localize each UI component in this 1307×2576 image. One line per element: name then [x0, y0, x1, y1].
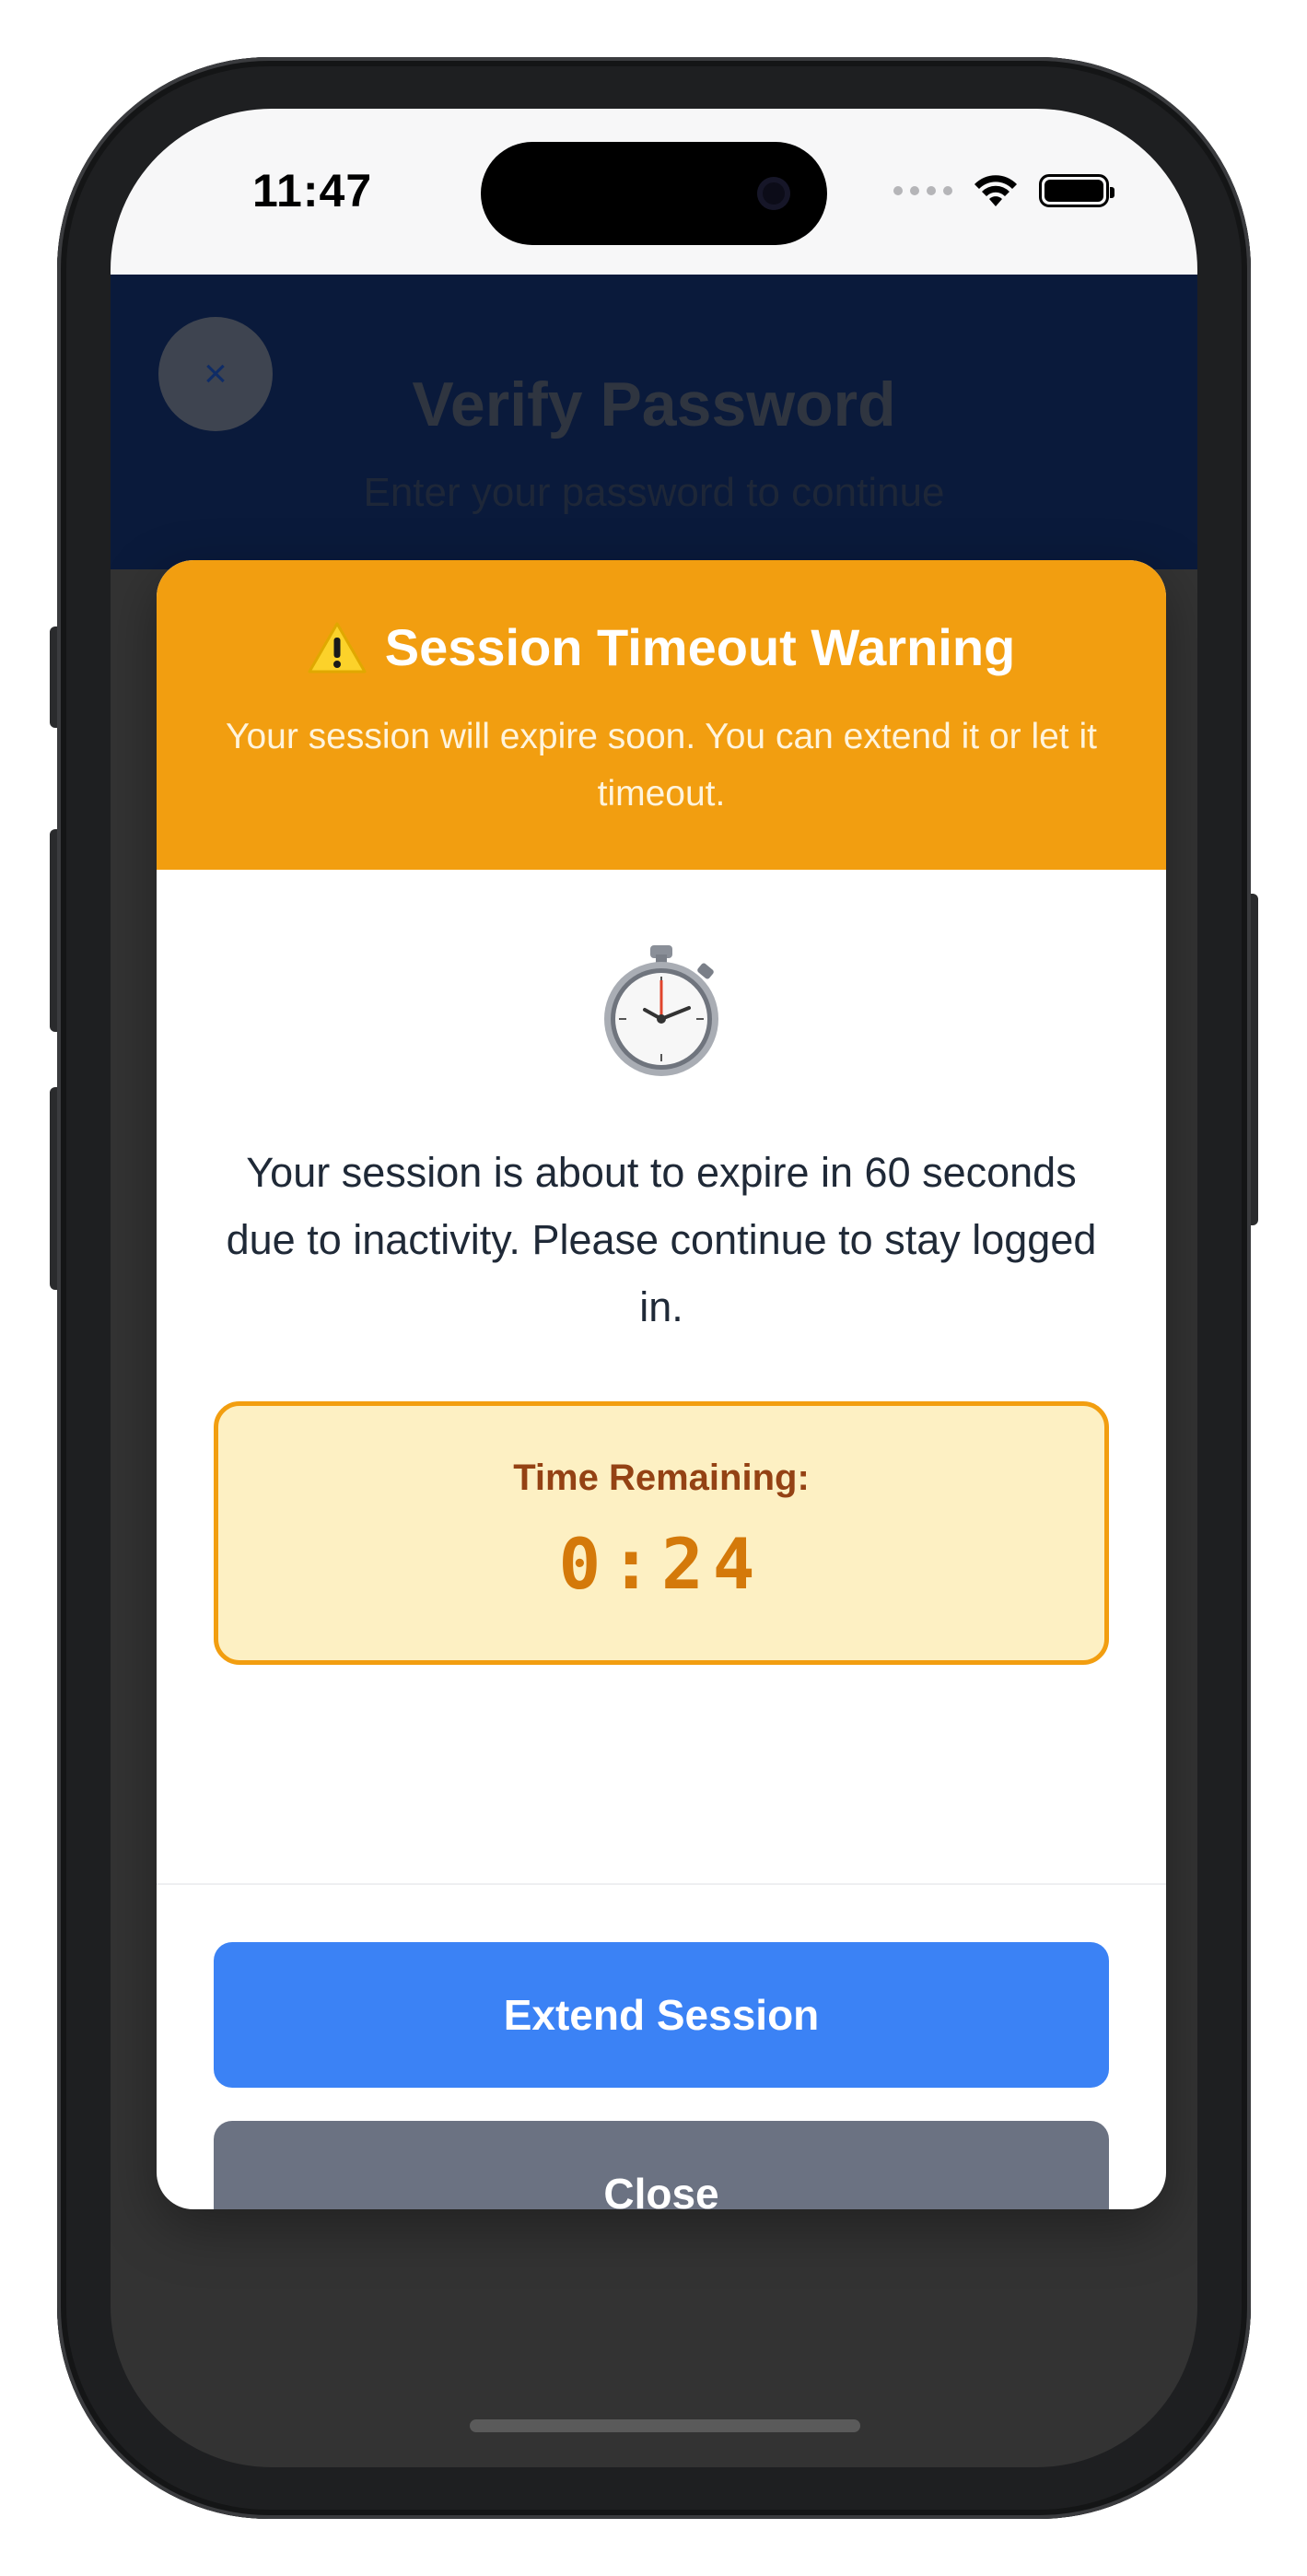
modal-header: Session Timeout Warning Your session wil… [157, 560, 1166, 870]
page-subtitle: Enter your password to continue [363, 470, 945, 515]
session-timeout-modal: Session Timeout Warning Your session wil… [157, 560, 1166, 2209]
extend-session-button[interactable]: Extend Session [214, 1942, 1109, 2088]
modal-title: Session Timeout Warning [384, 618, 1016, 676]
timer-box: Time Remaining: 0:24 [214, 1401, 1109, 1665]
modal-title-row: Session Timeout Warning [157, 617, 1166, 677]
status-bar: 11:47 [111, 109, 1197, 275]
home-indicator[interactable] [470, 2419, 860, 2432]
status-icons [893, 173, 1114, 208]
timeout-message: Your session is about to expire in 60 se… [226, 1149, 1097, 1330]
page-title: Verify Password [412, 369, 896, 439]
footer-divider [157, 1883, 1166, 1885]
modal-body: Your session is about to expire in 60 se… [157, 870, 1166, 1665]
front-camera-icon [757, 177, 790, 210]
app-header: × Verify Password Enter your password to… [111, 275, 1197, 569]
wifi-icon [974, 175, 1017, 206]
status-time: 11:47 [252, 165, 373, 217]
dynamic-island [481, 142, 827, 245]
warning-icon [308, 621, 367, 674]
cellular-signal-icon [893, 186, 952, 195]
modal-subtitle: Your session will expire soon. You can e… [226, 717, 1097, 814]
timer-value: 0:24 [558, 1523, 764, 1605]
close-button[interactable]: Close [214, 2121, 1109, 2209]
timer-label: Time Remaining: [513, 1458, 810, 1498]
stopwatch-icon [597, 942, 726, 1080]
phone-screen: 11:47 × Verify Password Enter your passw… [111, 109, 1197, 2467]
battery-icon [1039, 174, 1114, 207]
